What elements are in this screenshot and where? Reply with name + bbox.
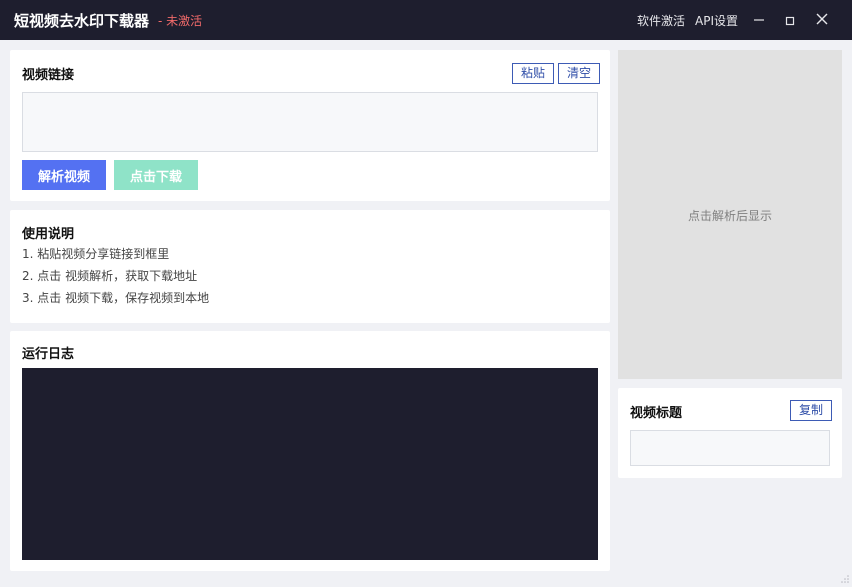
paste-button[interactable]: 粘贴 bbox=[512, 63, 555, 84]
preview-placeholder: 点击解析后显示 bbox=[687, 209, 772, 223]
resize-grip[interactable] bbox=[840, 573, 850, 583]
clear-button[interactable]: 清空 bbox=[558, 63, 601, 84]
run-log-title: 运行日志 bbox=[22, 347, 75, 362]
close-button[interactable] bbox=[810, 8, 834, 32]
maximize-button[interactable] bbox=[778, 8, 802, 32]
app-title: 短视频去水印下载器 bbox=[14, 12, 150, 30]
video-preview-area: 点击解析后显示 bbox=[618, 50, 842, 379]
video-title-input[interactable] bbox=[630, 430, 830, 466]
copy-button[interactable]: 复制 bbox=[790, 400, 833, 421]
parse-video-button[interactable]: 解析视频 bbox=[22, 160, 106, 190]
run-log-output[interactable] bbox=[22, 368, 598, 560]
instruction-line: 2. 点击 视频解析，获取下载地址 bbox=[22, 269, 198, 283]
video-title-panel: 视频标题 复制 bbox=[618, 388, 842, 478]
close-icon bbox=[816, 13, 828, 25]
title-bar: 短视频去水印下载器 - 未激活 软件激活 API设置 bbox=[0, 0, 852, 40]
instruction-line: 1. 粘贴视频分享链接到框里 bbox=[22, 247, 170, 261]
video-link-panel: 视频链接 粘贴 清空 解析视频 点击下载 bbox=[10, 50, 610, 201]
video-link-title: 视频链接 bbox=[22, 68, 75, 83]
video-link-input[interactable] bbox=[22, 92, 598, 152]
software-activate-menu[interactable]: 软件激活 bbox=[637, 12, 685, 29]
minimize-button[interactable] bbox=[747, 8, 771, 32]
download-button[interactable]: 点击下载 bbox=[114, 160, 198, 190]
minimize-icon bbox=[754, 19, 764, 21]
instruction-line: 3. 点击 视频下载，保存视频到本地 bbox=[22, 291, 210, 305]
video-title-label: 视频标题 bbox=[630, 406, 683, 421]
maximize-icon bbox=[785, 16, 795, 26]
activation-status: - 未激活 bbox=[158, 14, 203, 28]
usage-instructions-title: 使用说明 bbox=[22, 227, 75, 242]
run-log-panel: 运行日志 bbox=[10, 331, 610, 571]
usage-instructions-panel: 使用说明 1. 粘贴视频分享链接到框里 2. 点击 视频解析，获取下载地址 3.… bbox=[10, 210, 610, 323]
api-settings-menu[interactable]: API设置 bbox=[695, 12, 738, 29]
resize-grip-icon bbox=[841, 575, 849, 583]
